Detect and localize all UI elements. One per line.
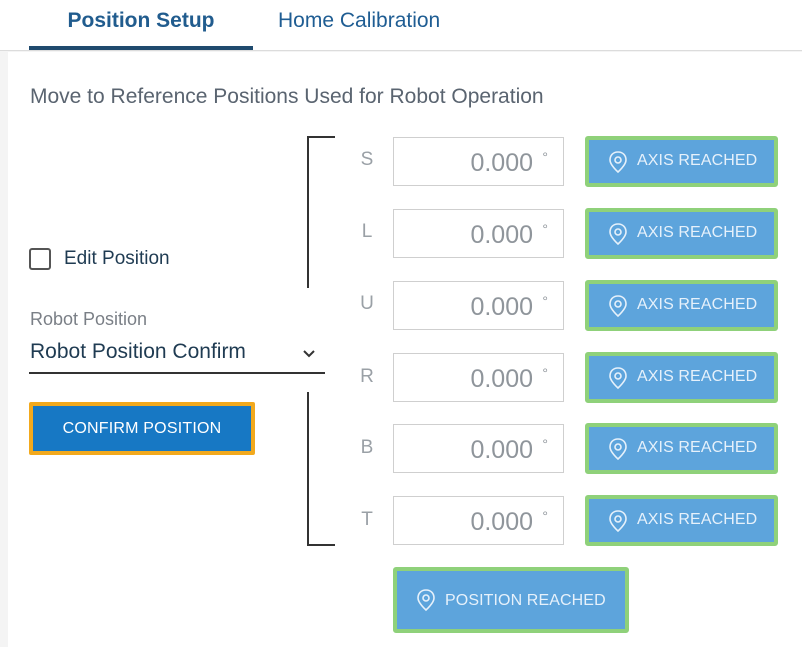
axis-reached-button-l[interactable]: AXIS REACHED (585, 208, 778, 259)
bracket-line (308, 136, 335, 138)
axis-value-field-s[interactable]: 0.000 ° (393, 137, 564, 186)
bracket-line (307, 136, 309, 288)
bracket-line (308, 544, 335, 546)
axis-value-field-u[interactable]: 0.000 ° (393, 281, 564, 330)
axis-value-field-l[interactable]: 0.000 ° (393, 209, 564, 258)
edit-position-row: Edit Position (29, 248, 170, 270)
axis-reached-label: AXIS REACHED (637, 368, 758, 385)
axis-value-field-t[interactable]: 0.000 ° (393, 496, 564, 545)
degree-unit: ° (542, 508, 548, 524)
location-pin-icon (609, 151, 627, 174)
tab-bar: Position Setup Home Calibration (0, 0, 802, 51)
axis-value: 0.000 (470, 149, 533, 177)
axis-value: 0.000 (470, 221, 533, 249)
page-heading: Move to Reference Positions Used for Rob… (30, 85, 544, 108)
location-pin-icon (609, 367, 627, 390)
axis-reached-label: AXIS REACHED (637, 439, 758, 456)
axis-reached-label: AXIS REACHED (637, 511, 758, 528)
axis-reached-button-r[interactable]: AXIS REACHED (585, 352, 778, 403)
robot-position-selected: Robot Position Confirm (30, 340, 246, 363)
tab-position-setup[interactable]: Position Setup (29, 8, 253, 51)
edit-position-checkbox[interactable] (29, 248, 51, 270)
axis-reached-label: AXIS REACHED (637, 224, 758, 241)
location-pin-icon (609, 223, 627, 246)
axis-label-t: T (361, 509, 373, 530)
axis-reached-button-b[interactable]: AXIS REACHED (585, 423, 778, 474)
axis-label-r: R (360, 366, 374, 387)
axis-value-field-r[interactable]: 0.000 ° (393, 353, 564, 402)
axis-label-s: S (360, 149, 374, 170)
location-pin-icon (609, 295, 627, 318)
location-pin-icon (609, 438, 627, 461)
axis-value: 0.000 (470, 293, 533, 321)
location-pin-icon (609, 510, 627, 533)
axis-label-b: B (360, 437, 374, 458)
robot-position-dropdown[interactable]: Robot Position Confirm (29, 336, 325, 374)
degree-unit: ° (542, 149, 548, 165)
robot-position-label: Robot Position (30, 309, 148, 329)
axis-reached-button-u[interactable]: AXIS REACHED (585, 280, 778, 331)
degree-unit: ° (542, 221, 548, 237)
degree-unit: ° (542, 436, 548, 452)
chevron-down-icon (303, 350, 315, 358)
axis-value-field-b[interactable]: 0.000 ° (393, 424, 564, 473)
location-pin-icon (417, 589, 435, 612)
axis-reached-button-t[interactable]: AXIS REACHED (585, 495, 778, 546)
degree-unit: ° (542, 293, 548, 309)
position-reached-button[interactable]: POSITION REACHED (393, 567, 629, 633)
robot-position-setup-page: Position Setup Home Calibration Move to … (0, 0, 802, 647)
axis-reached-label: AXIS REACHED (637, 296, 758, 313)
axis-value: 0.000 (470, 365, 533, 393)
edit-position-label: Edit Position (64, 248, 170, 269)
axis-label-u: U (360, 293, 374, 314)
degree-unit: ° (542, 365, 548, 381)
axis-reached-label: AXIS REACHED (637, 152, 758, 169)
axis-label-l: L (361, 221, 373, 242)
tab-home-calibration[interactable]: Home Calibration (278, 8, 440, 51)
bracket-line (307, 392, 309, 546)
axis-reached-button-s[interactable]: AXIS REACHED (585, 136, 778, 187)
confirm-position-button[interactable]: CONFIRM POSITION (29, 402, 255, 455)
axis-value: 0.000 (470, 436, 533, 464)
position-reached-label: POSITION REACHED (445, 592, 606, 609)
axis-value: 0.000 (470, 508, 533, 536)
active-tab-indicator (29, 46, 253, 50)
